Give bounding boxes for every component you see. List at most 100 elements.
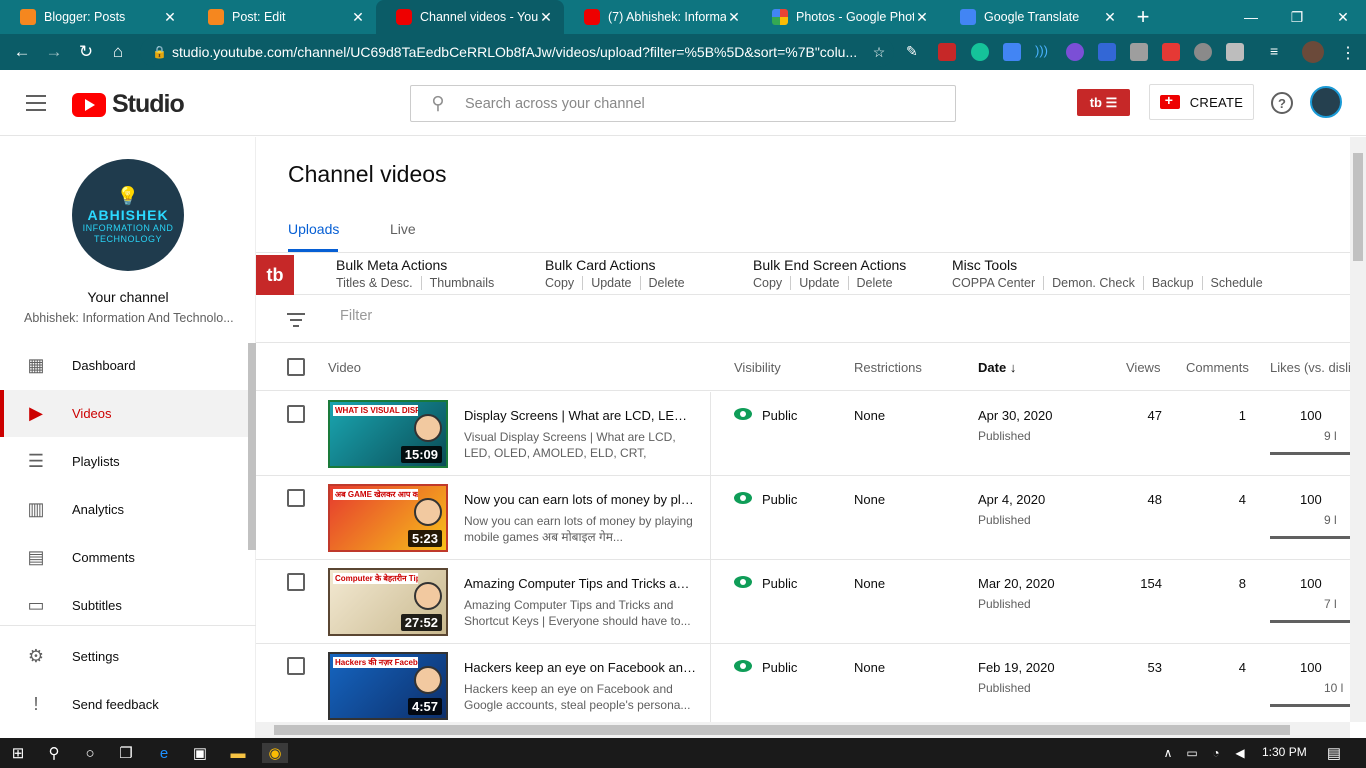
- tb-link-backup[interactable]: Backup: [1142, 276, 1202, 290]
- browser-tab-channel-videos[interactable]: Channel videos - YouTube Studio ✕: [376, 0, 564, 34]
- close-tab-icon[interactable]: ✕: [350, 9, 366, 26]
- close-tab-icon[interactable]: ✕: [162, 9, 178, 26]
- visibility-cell[interactable]: Public: [734, 407, 797, 423]
- column-restrictions[interactable]: Restrictions: [854, 360, 922, 375]
- settings-extension-icon[interactable]: [1194, 43, 1212, 61]
- tubebuddy-menu-button[interactable]: tb ☰: [1077, 89, 1130, 116]
- column-views[interactable]: Views: [1126, 360, 1160, 375]
- calendar-extension-icon[interactable]: [1098, 43, 1116, 61]
- row-checkbox[interactable]: [287, 405, 305, 423]
- chrome-icon[interactable]: ◉: [262, 743, 288, 763]
- tab-live[interactable]: Live: [390, 221, 416, 237]
- vertical-scroll-thumb[interactable]: [1353, 153, 1363, 261]
- channel-search[interactable]: ⚲: [410, 85, 956, 122]
- table-row[interactable]: Hackers की नज़र Facebook और Google accou…: [256, 644, 1350, 728]
- video-thumbnail[interactable]: Hackers की नज़र Facebook और Google accou…: [328, 652, 448, 720]
- sidebar-item-videos[interactable]: ▶ Videos: [0, 390, 248, 437]
- tb-link-titles-desc[interactable]: Titles & Desc.: [336, 276, 421, 290]
- video-title[interactable]: Hackers keep an eye on Facebook and Goog…: [464, 660, 696, 675]
- row-checkbox[interactable]: [287, 657, 305, 675]
- horizontal-scroll-thumb[interactable]: [274, 725, 1290, 735]
- video-title[interactable]: Display Screens | What are LCD, LED, ELD…: [464, 408, 696, 423]
- maximize-window-button[interactable]: ❐: [1274, 0, 1320, 34]
- video-thumbnail[interactable]: अब GAME खेलकर आप कमा सकते हो लाखों रुपये…: [328, 484, 448, 552]
- taskbar-clock[interactable]: 1:30 PM: [1262, 745, 1307, 759]
- tb-link-coppa-center[interactable]: COPPA Center: [952, 276, 1043, 290]
- sidebar-item-dashboard[interactable]: ▦ Dashboard: [0, 342, 248, 389]
- table-row[interactable]: Computer के बेहतरीन Tips & Tricks 27:52 …: [256, 560, 1350, 644]
- edge-icon[interactable]: e: [154, 743, 174, 763]
- video-thumbnail[interactable]: Computer के बेहतरीन Tips & Tricks 27:52: [328, 568, 448, 636]
- sidebar-item-playlists[interactable]: ☰ Playlists: [0, 438, 248, 485]
- close-tab-icon[interactable]: ✕: [538, 9, 554, 26]
- help-icon[interactable]: ?: [1271, 92, 1293, 114]
- home-icon[interactable]: ⌂: [102, 36, 134, 68]
- sidebar-item-comments[interactable]: ▤ Comments: [0, 534, 248, 581]
- tb-link-card-delete[interactable]: Delete: [639, 276, 693, 290]
- volume-icon[interactable]: ◀: [1230, 743, 1250, 763]
- tb-link-demon-check[interactable]: Demon. Check: [1043, 276, 1143, 290]
- tubebuddy-logo-icon[interactable]: tb: [256, 255, 294, 295]
- address-bar[interactable]: 🔒 studio.youtube.com/channel/UC69d8TaEed…: [140, 37, 894, 67]
- tubebuddy-extension-icon[interactable]: [938, 43, 956, 61]
- close-tab-icon[interactable]: ✕: [1102, 9, 1118, 26]
- sidebar-item-analytics[interactable]: ▥ Analytics: [0, 486, 248, 533]
- menu-dots-icon[interactable]: ⋮: [1340, 43, 1358, 62]
- notifications-icon[interactable]: ▤: [1324, 743, 1344, 763]
- account-avatar[interactable]: [1310, 86, 1342, 118]
- sidebar-item-settings[interactable]: ⚙ Settings: [0, 633, 248, 680]
- search-input[interactable]: [465, 95, 915, 112]
- audio-extension-icon[interactable]: ))): [1035, 43, 1053, 61]
- channel-avatar[interactable]: 💡 ABHISHEK INFORMATION AND TECHNOLOGY: [72, 159, 184, 271]
- color-picker-extension-icon[interactable]: [1162, 43, 1180, 61]
- sidebar-item-subtitles[interactable]: ▭ Subtitles: [0, 582, 248, 629]
- browser-tab-blogger-posts[interactable]: Blogger: Posts ✕: [0, 0, 188, 34]
- file-explorer-icon[interactable]: ▬: [228, 743, 248, 763]
- browser-tab-google-translate[interactable]: Google Translate ✕: [940, 0, 1128, 34]
- hamburger-menu-icon[interactable]: [26, 95, 46, 111]
- column-comments[interactable]: Comments: [1186, 360, 1249, 375]
- translate-extension-icon[interactable]: [1003, 43, 1021, 61]
- profile-avatar[interactable]: [1302, 41, 1324, 63]
- dropbox-extension-icon[interactable]: [1130, 43, 1148, 61]
- browser-tab-google-photos[interactable]: Photos - Google Photos ✕: [752, 0, 940, 34]
- chevron-up-icon[interactable]: ∧: [1158, 743, 1178, 763]
- create-button[interactable]: CREATE: [1149, 84, 1254, 120]
- pen-extension-icon[interactable]: ✎: [906, 43, 924, 61]
- horizontal-scrollbar[interactable]: [256, 722, 1350, 738]
- table-row[interactable]: WHAT IS VISUAL DISPLAY SCREENS? 15:09 Di…: [256, 392, 1350, 476]
- cortana-icon[interactable]: ○: [80, 743, 100, 763]
- store-icon[interactable]: ▣: [190, 743, 210, 763]
- browser-tab-abhishek-channel[interactable]: (7) Abhishek: Information and Technology…: [564, 0, 752, 34]
- new-tab-button[interactable]: +: [1128, 0, 1158, 34]
- extension-icon[interactable]: [1226, 43, 1244, 61]
- row-checkbox[interactable]: [287, 489, 305, 507]
- tb-link-thumbnails[interactable]: Thumbnails: [420, 276, 503, 290]
- sidebar-item-send-feedback[interactable]: ! Send feedback: [0, 681, 248, 728]
- windows-start-icon[interactable]: ⊞: [8, 743, 28, 763]
- row-checkbox[interactable]: [287, 573, 305, 591]
- video-title[interactable]: Now you can earn lots of money by playin…: [464, 492, 696, 507]
- close-tab-icon[interactable]: ✕: [914, 9, 930, 26]
- video-thumbnail[interactable]: WHAT IS VISUAL DISPLAY SCREENS? 15:09: [328, 400, 448, 468]
- reload-icon[interactable]: ↻: [70, 36, 102, 68]
- bookmark-star-icon[interactable]: ☆: [864, 44, 894, 61]
- tb-link-endscreen-copy[interactable]: Copy: [753, 276, 790, 290]
- tb-link-card-copy[interactable]: Copy: [545, 276, 582, 290]
- filter-icon[interactable]: [287, 313, 305, 327]
- battery-icon[interactable]: ▭: [1182, 743, 1202, 763]
- task-view-icon[interactable]: ❐: [116, 743, 136, 763]
- visibility-cell[interactable]: Public: [734, 659, 797, 675]
- sidebar-scrollbar[interactable]: [248, 343, 256, 550]
- video-title[interactable]: Amazing Computer Tips and Tricks and Sho…: [464, 576, 696, 591]
- column-visibility[interactable]: Visibility: [734, 360, 781, 375]
- tb-link-schedule[interactable]: Schedule: [1201, 276, 1271, 290]
- url-text[interactable]: studio.youtube.com/channel/UC69d8TaEedbC…: [172, 44, 864, 60]
- column-date[interactable]: Date ↓: [978, 360, 1016, 375]
- close-window-button[interactable]: ✕: [1320, 0, 1366, 34]
- search-icon[interactable]: ⚲: [44, 743, 64, 763]
- studio-logo[interactable]: Studio: [72, 90, 185, 119]
- back-arrow-icon[interactable]: ←: [6, 36, 38, 68]
- minimize-window-button[interactable]: —: [1228, 0, 1274, 34]
- visibility-cell[interactable]: Public: [734, 491, 797, 507]
